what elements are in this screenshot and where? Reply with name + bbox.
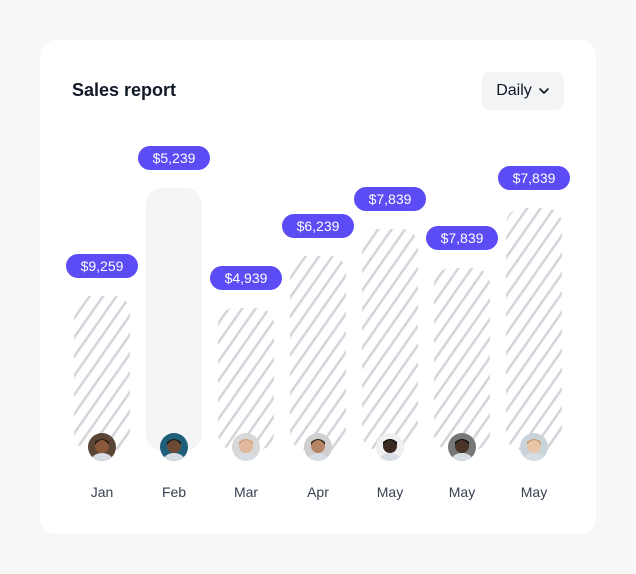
avatar-image bbox=[520, 433, 548, 461]
bar-may-4[interactable] bbox=[362, 229, 418, 450]
data-label: $7,839 bbox=[441, 230, 484, 246]
avatar-shoulders bbox=[307, 453, 329, 461]
data-label: $9,259 bbox=[81, 258, 124, 274]
x-tick-label: May bbox=[377, 484, 403, 500]
data-label: $5,239 bbox=[153, 150, 196, 166]
x-tick-label: Jan bbox=[91, 484, 114, 500]
avatar-shoulders bbox=[379, 453, 401, 461]
x-tick-label: May bbox=[521, 484, 547, 500]
x-tick-label: Feb bbox=[162, 484, 186, 500]
avatar-shoulders bbox=[235, 453, 257, 461]
bar-may-5[interactable] bbox=[434, 268, 490, 450]
avatar bbox=[88, 433, 116, 461]
avatar bbox=[160, 433, 188, 461]
bar-may-6[interactable] bbox=[506, 208, 562, 450]
avatar-shoulders bbox=[163, 453, 185, 461]
avatar-image bbox=[232, 433, 260, 461]
avatar bbox=[304, 433, 332, 461]
x-tick-label: Mar bbox=[234, 484, 258, 500]
avatar-image bbox=[304, 433, 332, 461]
avatar bbox=[232, 433, 260, 461]
bar-feb-1[interactable] bbox=[146, 188, 202, 450]
data-label: $7,839 bbox=[513, 170, 556, 186]
avatar-image bbox=[376, 433, 404, 461]
sales-bar-chart: $9,259 Jan $5,239 Feb $4,939 Mar $6,239 Apr $7,8… bbox=[66, 146, 570, 500]
avatar-shoulders bbox=[523, 453, 545, 461]
bar-mar-2[interactable] bbox=[218, 308, 274, 450]
avatar bbox=[448, 433, 476, 461]
data-label: $7,839 bbox=[369, 191, 412, 207]
x-tick-label: May bbox=[449, 484, 475, 500]
avatar-shoulders bbox=[451, 453, 473, 461]
avatar-image bbox=[448, 433, 476, 461]
avatar-shoulders bbox=[91, 453, 113, 461]
avatar bbox=[520, 433, 548, 461]
data-label: $6,239 bbox=[297, 218, 340, 234]
avatar-image bbox=[88, 433, 116, 461]
data-label: $4,939 bbox=[225, 270, 268, 286]
bar-apr-3[interactable] bbox=[290, 256, 346, 450]
bar-jan-0[interactable] bbox=[74, 296, 130, 450]
x-tick-label: Apr bbox=[307, 484, 329, 500]
avatar-image bbox=[160, 433, 188, 461]
avatar bbox=[376, 433, 404, 461]
